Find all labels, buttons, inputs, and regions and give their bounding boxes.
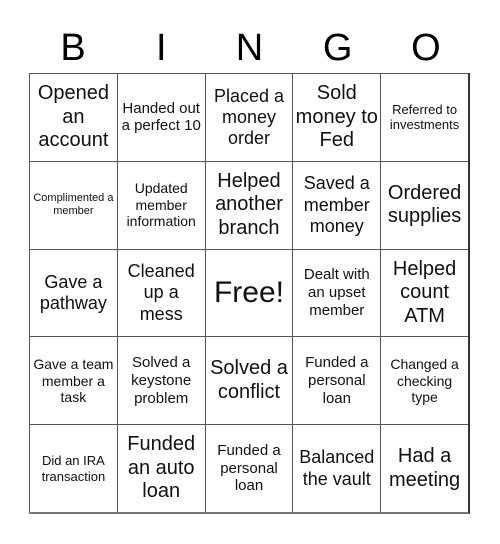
bingo-cell[interactable]: Funded a personal loan xyxy=(292,336,381,425)
header-letter-n: N xyxy=(235,27,264,69)
bingo-cell[interactable]: Ordered supplies xyxy=(380,160,468,249)
bingo-cell[interactable]: Gave a team member a task xyxy=(29,336,117,425)
bingo-card: Opened an account Handed out a perfect 1… xyxy=(29,73,470,514)
bingo-cell[interactable]: Updated member information xyxy=(116,160,205,249)
bingo-header: B I N G O xyxy=(29,26,470,70)
bingo-cell[interactable]: Sold money to Fed xyxy=(292,73,381,161)
bingo-cell[interactable]: Gave a pathway xyxy=(29,248,117,337)
bingo-cell[interactable]: Funded a personal loan xyxy=(204,424,293,512)
bingo-cell[interactable]: Referred to investments xyxy=(380,73,468,161)
bingo-cell[interactable]: Handed out a perfect 10 xyxy=(116,73,205,161)
bingo-cell[interactable]: Complimented a member xyxy=(29,160,117,249)
header-letter-o: O xyxy=(411,27,441,69)
bingo-cell[interactable]: Cleaned up a mess xyxy=(116,248,205,337)
bingo-cell[interactable]: Helped another branch xyxy=(204,160,293,249)
bingo-cell[interactable]: Solved a keystone problem xyxy=(116,336,205,425)
bingo-cell[interactable]: Dealt with an upset member xyxy=(292,248,381,337)
header-letter-b: B xyxy=(60,27,86,69)
bingo-cell[interactable]: Had a meeting xyxy=(380,424,468,512)
free-space[interactable]: Free! xyxy=(204,248,293,337)
bingo-cell[interactable]: Funded an auto loan xyxy=(116,424,205,512)
bingo-cell[interactable]: Did an IRA transaction xyxy=(29,424,117,512)
bingo-cell[interactable]: Placed a money order xyxy=(204,73,293,161)
bingo-cell[interactable]: Solved a conflict xyxy=(204,336,293,425)
bingo-cell[interactable]: Helped count ATM xyxy=(380,248,468,337)
header-letter-g: G xyxy=(322,27,353,69)
bingo-cell[interactable]: Balanced the vault xyxy=(292,424,381,512)
bingo-cell[interactable]: Saved a member money xyxy=(292,160,381,249)
bingo-cell[interactable]: Changed a checking type xyxy=(380,336,468,425)
header-letter-i: I xyxy=(156,27,167,69)
bingo-cell[interactable]: Opened an account xyxy=(29,73,117,161)
